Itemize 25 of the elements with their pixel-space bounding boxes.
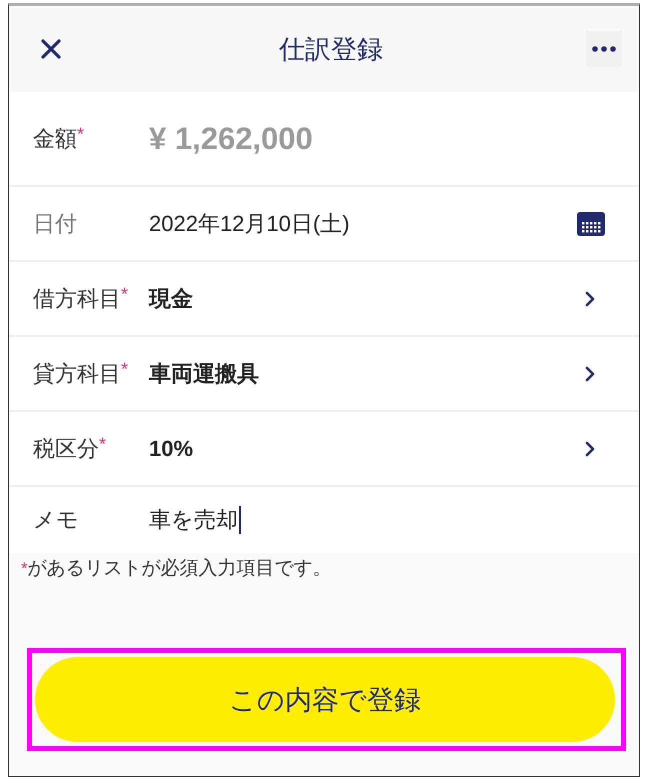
close-icon[interactable] <box>40 38 62 60</box>
chevron-right-icon <box>585 366 595 382</box>
form-row[interactable]: 貸方科目* 車両運搬具 <box>9 337 639 412</box>
field-label: 貸方科目* <box>33 358 130 388</box>
field-value: 現金 <box>149 284 193 312</box>
more-button[interactable] <box>586 31 622 67</box>
submit-button[interactable]: この内容で登録 <box>35 657 615 742</box>
calendar-icon[interactable] <box>577 212 605 236</box>
field-label: 借方科目* <box>33 284 130 312</box>
required-note: *があるリストが必須入力項目です。 <box>20 557 333 581</box>
form-row[interactable]: 税区分* 10% <box>9 412 639 487</box>
screen-title: 仕訳登録 <box>279 32 383 66</box>
field-label: メモ <box>33 506 80 534</box>
memo-field[interactable]: 車を売却 <box>149 505 241 535</box>
field-label: 税区分* <box>33 434 108 462</box>
form-row[interactable]: 借方科目* 現金 <box>9 262 639 337</box>
field-value: 10% <box>149 436 194 462</box>
field-label: 金額* <box>33 124 86 152</box>
form-row[interactable]: 日付 2022年12月10日(土) <box>9 187 639 262</box>
date-value: 2022年12月10日(土) <box>149 210 350 238</box>
field-value: 車両運搬具 <box>149 360 259 388</box>
chevron-right-icon <box>585 290 595 306</box>
chevron-right-icon <box>585 440 595 456</box>
field-label: 日付 <box>33 210 78 238</box>
more-icon <box>592 46 616 52</box>
